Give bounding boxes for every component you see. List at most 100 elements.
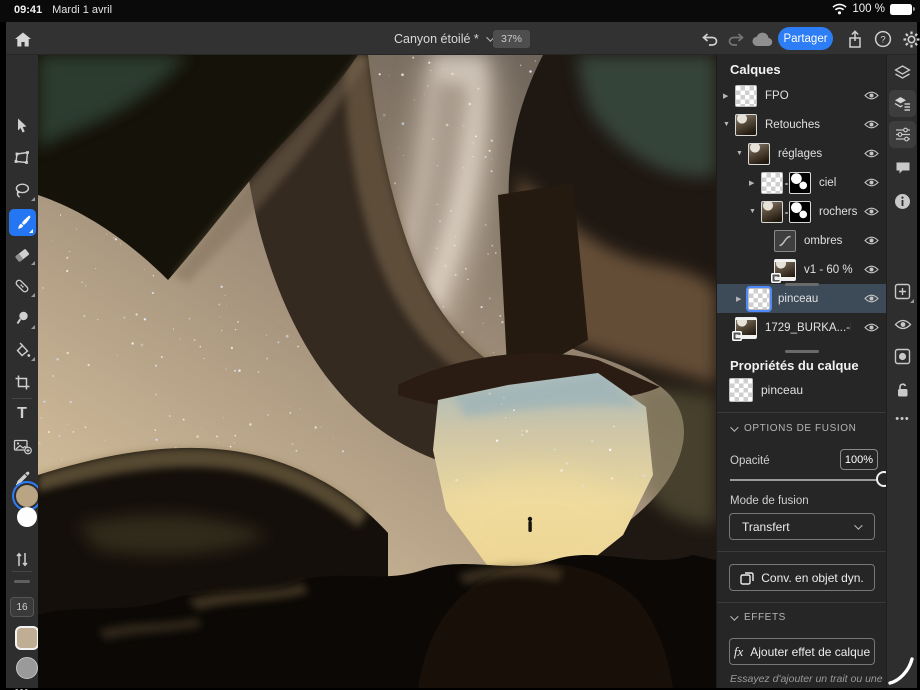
place-image-tool[interactable] xyxy=(6,432,38,460)
layer-visibility-toggle[interactable] xyxy=(864,293,879,304)
toolbar-drag-handle[interactable] xyxy=(14,580,30,583)
layers-panel: Calques ▶FPO▼Retouches▼réglages▶ciel▼roc… xyxy=(716,55,886,688)
layer-row[interactable]: ▶FPO xyxy=(717,81,887,110)
layer-thumbnail xyxy=(735,114,757,136)
transform-tool[interactable] xyxy=(6,144,38,172)
layer-row[interactable]: ▼ Retouches xyxy=(717,110,887,139)
layers-stack-icon[interactable] xyxy=(889,59,916,86)
mask-icon[interactable] xyxy=(889,343,916,370)
foreground-color-swatch[interactable] xyxy=(16,485,38,507)
layers-scroll-handle[interactable] xyxy=(785,283,819,286)
disclosure-triangle-icon[interactable]: ▼ xyxy=(723,121,735,128)
layer-visibility-toggle[interactable] xyxy=(864,119,879,130)
disclosure-triangle-icon[interactable]: ▼ xyxy=(736,150,748,157)
layer-row[interactable]: ombres xyxy=(717,226,887,255)
status-date: Mardi 1 avril xyxy=(52,4,112,16)
clone-stamp-tool[interactable] xyxy=(6,304,38,332)
brush-size-badge[interactable]: 16 xyxy=(10,597,34,617)
layer-name: pinceau xyxy=(778,293,818,305)
lasso-tool[interactable] xyxy=(6,176,38,204)
smart-object-icon xyxy=(740,571,754,585)
layer-name: 1729_BURKA...-NR33 xyxy=(765,322,851,334)
layer-properties-icon[interactable] xyxy=(889,90,916,117)
fill-tool[interactable] xyxy=(6,336,38,364)
convert-smart-object-button[interactable]: Conv. en objet dyn. xyxy=(729,564,875,591)
chevron-down-icon xyxy=(730,612,738,620)
battery-percent: 100 % xyxy=(852,3,885,15)
add-layer-icon[interactable] xyxy=(889,278,916,305)
type-tool[interactable]: T xyxy=(6,400,38,428)
crop-tool[interactable] xyxy=(6,368,38,396)
layer-row[interactable]: v1 - 60 % xyxy=(717,255,887,284)
disclosure-triangle-icon[interactable]: ▼ xyxy=(749,208,761,215)
eraser-tool[interactable] xyxy=(6,240,38,268)
settings-gear-icon[interactable] xyxy=(900,28,920,50)
document-title[interactable]: Canyon étoilé * xyxy=(394,22,492,55)
swap-colors-icon[interactable] xyxy=(6,545,38,573)
disclosure-triangle-icon[interactable]: ▶ xyxy=(749,179,761,187)
layer-visibility-toggle[interactable] xyxy=(864,90,879,101)
layer-visibility-toggle[interactable] xyxy=(864,235,879,246)
brush-tool-selected[interactable] xyxy=(6,208,38,236)
layer-visibility-toggle[interactable] xyxy=(864,148,879,159)
cloud-sync-icon[interactable] xyxy=(752,28,774,50)
background-color-swatch[interactable] xyxy=(17,507,37,527)
effects-section-header[interactable]: EFFETS xyxy=(730,612,786,623)
layer-list: ▶FPO ▼ Retouches ▼réglages▶ciel▼rochersombr… xyxy=(717,81,887,342)
brush-color-swatch[interactable] xyxy=(15,626,39,650)
properties-layer-thumbnail xyxy=(729,378,753,402)
layer-row[interactable]: ▼réglages xyxy=(717,139,887,168)
layer-row[interactable]: ▶ pinceau xyxy=(717,284,887,313)
lock-icon[interactable] xyxy=(889,376,916,403)
add-layer-effect-button[interactable]: fx Ajouter effet de calque xyxy=(729,638,875,665)
top-toolbar: Canyon étoilé * 37% Partager ? xyxy=(6,22,917,55)
help-icon[interactable]: ? xyxy=(872,28,894,50)
fusion-section-header[interactable]: OPTIONS DE FUSION xyxy=(730,423,856,434)
layer-visibility-toggle[interactable] xyxy=(864,264,879,275)
visibility-icon[interactable] xyxy=(889,311,916,338)
more-options-icon[interactable]: ••• xyxy=(6,685,38,690)
redo-icon[interactable] xyxy=(725,28,747,50)
brush-opacity-swatch[interactable] xyxy=(16,657,38,679)
document-canvas[interactable] xyxy=(38,55,716,688)
properties-layer-name: pinceau xyxy=(761,383,803,397)
photoshop-ipad-app: 09:41 Mardi 1 avril 100 % Canyon étoilé … xyxy=(0,0,920,690)
tool-sidebar: T 16 ••• xyxy=(6,55,38,688)
chevron-down-icon xyxy=(854,521,862,529)
panel-resize-handle[interactable] xyxy=(785,350,819,353)
smart-object-badge xyxy=(771,273,781,283)
layer-thumbnail xyxy=(748,288,770,310)
opacity-slider[interactable] xyxy=(730,479,880,481)
adjustments-icon[interactable] xyxy=(889,121,916,148)
brush-tool[interactable] xyxy=(9,209,36,236)
comment-icon[interactable] xyxy=(889,155,916,182)
layer-row[interactable]: 1729_BURKA...-NR33 xyxy=(717,313,887,342)
healing-tool[interactable] xyxy=(6,272,38,300)
layer-thumbnail xyxy=(761,172,783,194)
undo-icon[interactable] xyxy=(698,28,720,50)
status-time: 09:41 xyxy=(14,4,42,16)
layer-row[interactable]: ▶ciel xyxy=(717,168,887,197)
disclosure-triangle-icon[interactable]: ▶ xyxy=(736,295,748,303)
layer-visibility-toggle[interactable] xyxy=(864,177,879,188)
layer-visibility-toggle[interactable] xyxy=(864,322,879,333)
properties-layer-row: pinceau xyxy=(729,378,803,402)
zoom-level-badge[interactable]: 37% xyxy=(493,30,530,48)
export-icon[interactable] xyxy=(844,28,866,50)
share-button[interactable]: Partager xyxy=(778,27,833,50)
opacity-value-box[interactable]: 100% xyxy=(840,449,878,470)
info-icon[interactable] xyxy=(889,188,916,215)
blend-mode-select[interactable]: Transfert xyxy=(729,513,875,540)
disclosure-triangle-icon[interactable]: ▶ xyxy=(723,92,735,100)
home-icon[interactable] xyxy=(12,28,34,50)
layer-row[interactable]: ▼rochers xyxy=(717,197,887,226)
layer-name: Retouches xyxy=(765,119,820,131)
layer-visibility-toggle[interactable] xyxy=(864,206,879,217)
corner-gesture-indicator[interactable] xyxy=(885,656,915,686)
move-tool[interactable] xyxy=(6,111,38,139)
smart-object-badge xyxy=(732,331,742,341)
svg-text:?: ? xyxy=(880,35,885,46)
more-icon[interactable]: ••• xyxy=(889,405,916,432)
adjustment-thumbnail xyxy=(774,230,796,252)
chevron-down-icon xyxy=(730,423,738,431)
